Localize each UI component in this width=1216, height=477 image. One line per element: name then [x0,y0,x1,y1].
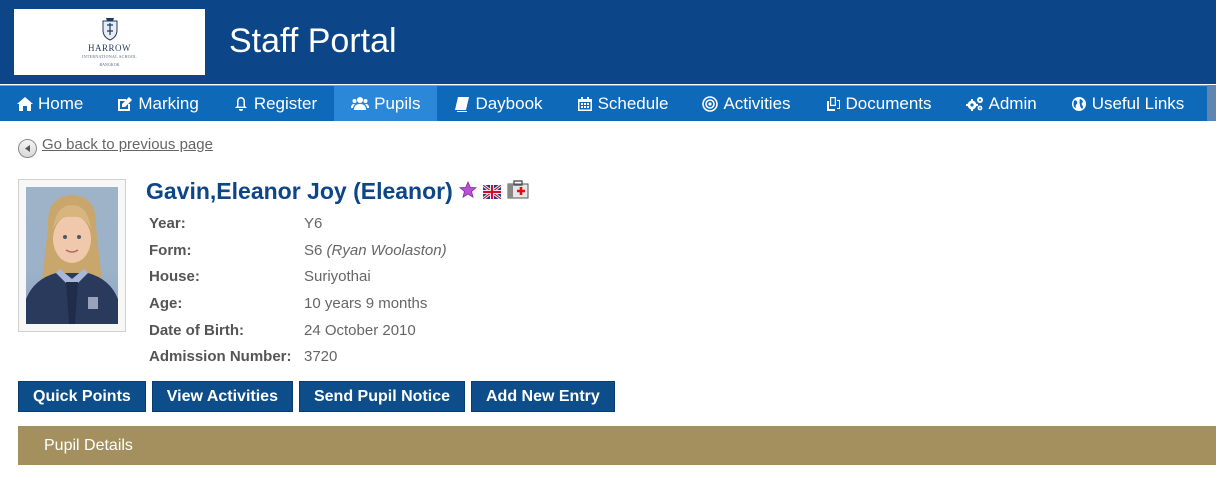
back-link-row[interactable]: Go back to previous page [18,135,213,158]
detail-value: Y6 [304,214,323,232]
nav-item-register[interactable]: Register [216,86,334,121]
pupil-name-heading: Gavin,Eleanor Joy (Eleanor) [146,178,535,205]
pupil-photo-image [26,187,118,324]
detail-row-admission-number: Admission Number: 3720 [149,343,447,370]
star-icon[interactable] [458,178,477,205]
logo-location: BANGKOK [99,62,120,67]
gears-icon [965,96,983,111]
add-new-entry-button[interactable]: Add New Entry [470,381,615,412]
uk-flag-icon[interactable] [481,178,502,205]
nav-item-admin[interactable]: Admin [949,86,1054,121]
detail-value: S6 (Ryan Woolaston) [304,242,447,259]
book-icon [455,96,470,112]
logo-subtitle: INTERNATIONAL SCHOOL [82,54,137,59]
nav-item-activities[interactable]: Activities [685,86,807,121]
pupil-details-section-header[interactable]: Pupil Details [18,426,1216,465]
nav-item-useful-links[interactable]: Useful Links [1054,86,1202,121]
pupil-photo [18,179,126,332]
detail-row-age: Age: 10 years 9 months [149,290,447,317]
nav-item-pupils[interactable]: Pupils [334,86,438,121]
nav-label: Register [253,93,318,113]
medical-kit-icon[interactable] [507,178,529,205]
edit-icon [118,96,133,111]
nav-label: Admin [988,93,1037,113]
nav-label: Useful Links [1091,93,1185,113]
pupil-status-icons [458,178,535,205]
main-nav: Home Marking Register Pupils Daybook Sch… [0,85,1207,121]
page-title: Staff Portal [229,22,397,60]
nav-item-daybook[interactable]: Daybook [437,86,559,121]
globe-icon [1071,96,1086,111]
nav-label: Documents [845,93,932,113]
view-activities-button[interactable]: View Activities [151,381,293,412]
nav-item-schedule[interactable]: Schedule [560,86,686,121]
back-link[interactable]: Go back to previous page [42,136,213,153]
detail-label: Admission Number: [149,348,292,366]
nav-item-marking[interactable]: Marking [100,86,215,121]
target-icon [702,95,719,112]
users-icon [351,96,370,110]
detail-value: 10 years 9 months [304,294,428,312]
form-name: S6 [304,241,323,259]
nav-label: Activities [723,93,791,113]
form-tutor: (Ryan Woolaston) [326,241,447,259]
school-logo[interactable]: HARROW INTERNATIONAL SCHOOL BANGKOK [14,9,205,75]
documents-icon [826,96,840,111]
detail-label: Age: [149,294,183,312]
nav-scroll-edge [1207,85,1216,121]
nav-label: Home [38,93,84,113]
header-bar: HARROW INTERNATIONAL SCHOOL BANGKOK Staf… [0,0,1216,84]
pupil-details-list: Year: Y6 Form: S6 (Ryan Woolaston) House… [149,210,447,370]
bell-icon [234,96,247,111]
detail-row-form: Form: S6 (Ryan Woolaston) [149,237,447,264]
nav-label: Marking [138,93,199,113]
back-arrow-icon[interactable] [18,139,37,158]
nav-label: Schedule [597,93,669,113]
detail-row-dob: Date of Birth: 24 October 2010 [149,317,447,344]
crest-icon [102,18,117,41]
quick-points-button[interactable]: Quick Points [18,381,146,412]
calendar-icon [577,96,592,111]
detail-row-year: Year: Y6 [149,210,447,237]
detail-label: Date of Birth: [149,321,244,339]
detail-label: Year: [149,214,186,232]
nav-label: Daybook [475,93,543,113]
detail-value: 3720 [304,348,338,366]
pupil-name: Gavin,Eleanor Joy (Eleanor) [146,178,453,204]
detail-label: Form: [149,241,192,259]
home-icon [17,96,33,111]
nav-item-home[interactable]: Home [0,86,100,121]
detail-value: 24 October 2010 [304,321,416,339]
send-pupil-notice-button[interactable]: Send Pupil Notice [298,381,465,412]
detail-row-house: House: Suriyothai [149,263,447,290]
detail-label: House: [149,268,200,286]
nav-item-documents[interactable]: Documents [808,86,949,121]
nav-label: Pupils [374,93,421,113]
logo-name: HARROW [88,43,131,53]
action-buttons: Quick Points View Activities Send Pupil … [18,381,621,412]
detail-value: Suriyothai [304,268,371,286]
